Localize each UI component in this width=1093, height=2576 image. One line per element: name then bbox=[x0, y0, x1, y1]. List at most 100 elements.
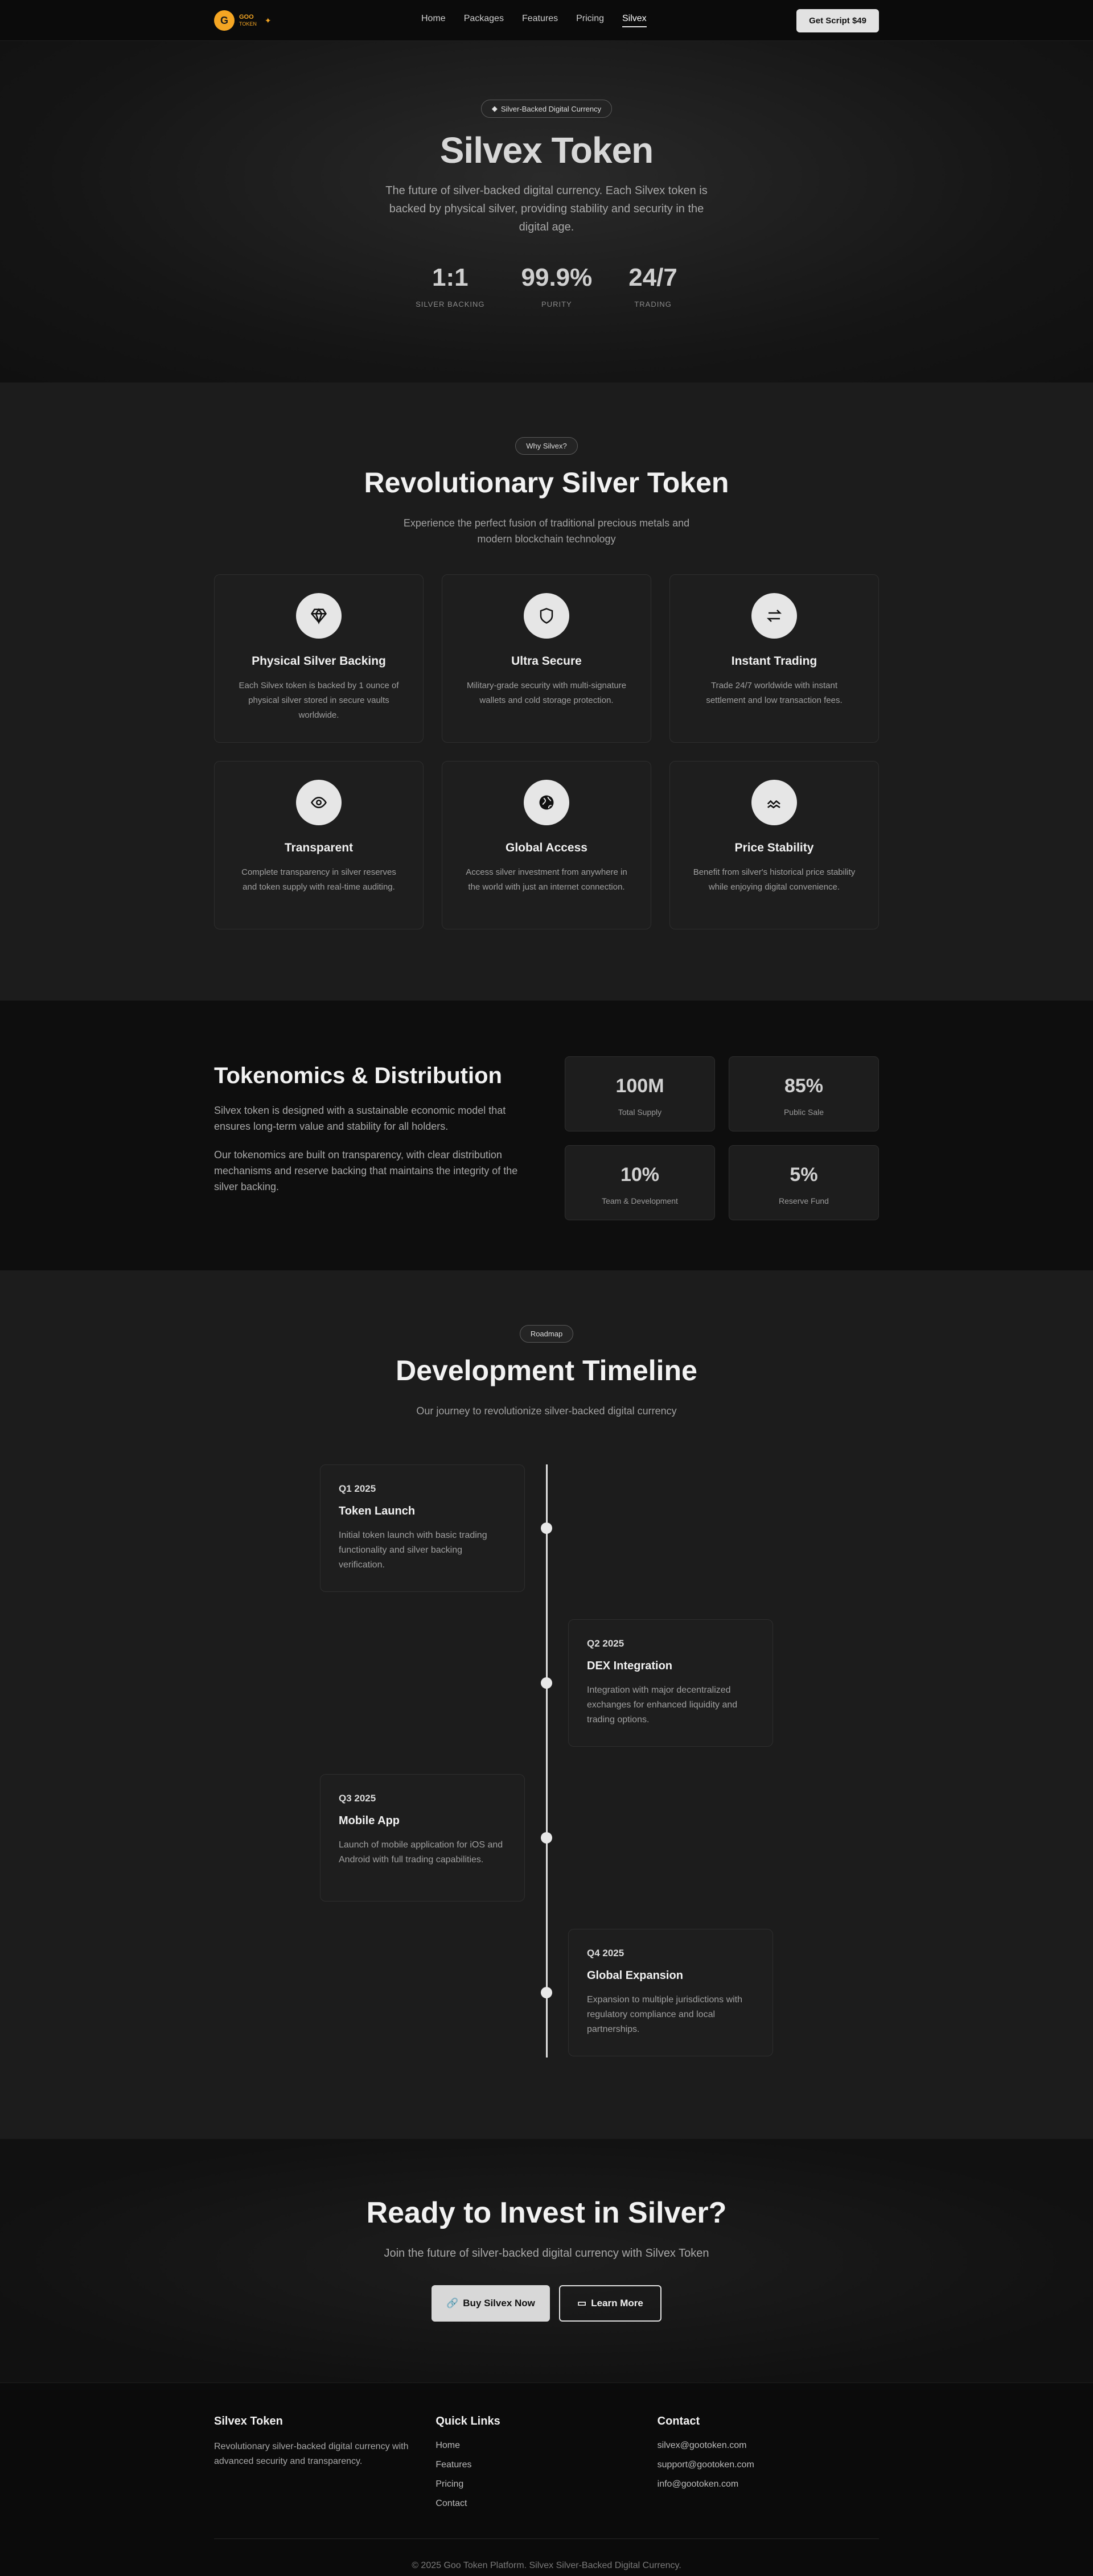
timeline-line bbox=[546, 1464, 548, 2057]
footer: Silvex Token Revolutionary silver-backed… bbox=[0, 2382, 1093, 2576]
footer-link-pricing[interactable]: Pricing bbox=[435, 2479, 657, 2489]
get-script-button[interactable]: Get Script $49 bbox=[796, 9, 879, 32]
features-title: Revolutionary Silver Token bbox=[364, 467, 729, 499]
feature-card: Price Stability Benefit from silver's hi… bbox=[669, 761, 879, 929]
cta-section: Ready to Invest in Silver? Join the futu… bbox=[0, 2139, 1093, 2382]
timeline-dot bbox=[541, 1832, 552, 1843]
timeline-text: Launch of mobile application for iOS and… bbox=[339, 1840, 503, 1865]
hero-lead: The future of silver-backed digital curr… bbox=[385, 184, 708, 233]
footer-email-support[interactable]: support@gootoken.com bbox=[658, 2460, 879, 2470]
feature-card: Transparent Complete transparency in sil… bbox=[214, 761, 424, 929]
footer-copyright: © 2025 Goo Token Platform. Silvex Silver… bbox=[214, 2538, 879, 2571]
footer-brand: Silvex Token Revolutionary silver-backed… bbox=[214, 2415, 435, 2518]
nav-link-packages[interactable]: Packages bbox=[464, 14, 504, 27]
feature-title: Transparent bbox=[284, 841, 354, 854]
feature-card: Global Access Access silver investment f… bbox=[442, 761, 651, 929]
diamond-icon: ◆ bbox=[491, 104, 498, 113]
timeline-text: Expansion to multiple jurisdictions with… bbox=[587, 1995, 743, 2034]
tokenomics-value: 85% bbox=[784, 1075, 824, 1097]
footer-brand-text: Revolutionary silver-backed digital curr… bbox=[214, 2442, 409, 2466]
tokenomics-card-team: 10% Team & Development bbox=[565, 1145, 715, 1220]
hero-stats: 1:1 SILVER BACKING 99.9% PURITY 24/7 TRA… bbox=[0, 264, 1093, 308]
timeline-title: Global Expansion bbox=[587, 1969, 683, 1982]
timeline-card-q2: Q2 2025 DEX Integration Integration with… bbox=[568, 1619, 773, 1747]
footer-link-features[interactable]: Features bbox=[435, 2460, 657, 2470]
nav-link-home[interactable]: Home bbox=[421, 14, 446, 27]
logo-line-1: GOO bbox=[239, 14, 254, 20]
link-icon: 🔗 bbox=[446, 2298, 459, 2308]
stat-silver-backing: 1:1 SILVER BACKING bbox=[416, 264, 484, 308]
timeline-title: DEX Integration bbox=[587, 1660, 673, 1672]
features-subtitle: Experience the perfect fusion of traditi… bbox=[403, 517, 690, 545]
timeline-title: Token Launch bbox=[339, 1505, 416, 1517]
tokenomics-paragraph-1: Silvex token is designed with a sustaina… bbox=[214, 1105, 506, 1132]
footer-contact-list: silvex@gootoken.com support@gootoken.com… bbox=[658, 2441, 879, 2489]
tokenomics-value: 100M bbox=[615, 1075, 664, 1097]
tokenomics-value: 5% bbox=[790, 1164, 818, 1186]
features-grid: Physical Silver Backing Each Silvex toke… bbox=[0, 574, 1093, 929]
stat-value: 99.9% bbox=[521, 264, 593, 291]
footer-columns: Silvex Token Revolutionary silver-backed… bbox=[214, 2383, 879, 2518]
timeline-dot bbox=[541, 1677, 552, 1689]
features-badge: Why Silvex? bbox=[515, 437, 578, 455]
logo-mark: G bbox=[214, 10, 235, 31]
nav-link-silvex[interactable]: Silvex bbox=[622, 14, 647, 27]
stat-purity: 99.9% PURITY bbox=[521, 264, 593, 308]
footer-brand-title: Silvex Token bbox=[214, 2415, 283, 2427]
logo-line-2: TOKEN bbox=[239, 21, 257, 27]
buy-silvex-button[interactable]: 🔗 Buy Silvex Now bbox=[432, 2285, 550, 2322]
timeline-text: Initial token launch with basic trading … bbox=[339, 1530, 487, 1570]
tokenomics-paragraph-2: Our tokenomics are built on transparency… bbox=[214, 1149, 518, 1192]
timeline-quarter: Q2 2025 bbox=[587, 1638, 624, 1649]
footer-link-home[interactable]: Home bbox=[435, 2441, 657, 2451]
hero-badge-label: Silver-Backed Digital Currency bbox=[500, 104, 602, 113]
timeline-quarter: Q3 2025 bbox=[339, 1793, 376, 1804]
stat-label: PURITY bbox=[541, 300, 572, 308]
footer-link-contact[interactable]: Contact bbox=[435, 2499, 657, 2509]
timeline-quarter: Q4 2025 bbox=[587, 1948, 624, 1958]
tokenomics-label: Public Sale bbox=[783, 1108, 824, 1117]
roadmap-badge: Roadmap bbox=[519, 1325, 574, 1343]
feature-card: Instant Trading Trade 24/7 worldwide wit… bbox=[669, 574, 879, 743]
stat-trading: 24/7 TRADING bbox=[628, 264, 677, 308]
timeline-card-q3: Q3 2025 Mobile App Launch of mobile appl… bbox=[320, 1774, 525, 1902]
hero-title: Silvex Token bbox=[439, 130, 654, 171]
feature-text: Benefit from silver's historical price s… bbox=[693, 867, 856, 892]
roadmap-subtitle: Our journey to revolutionize silver-back… bbox=[416, 1405, 677, 1417]
cta-title: Ready to Invest in Silver? bbox=[366, 2196, 727, 2229]
nav-link-features[interactable]: Features bbox=[522, 14, 558, 27]
timeline-dot bbox=[541, 1987, 552, 1998]
timeline-quarter: Q1 2025 bbox=[339, 1483, 376, 1494]
tokenomics-card-total-supply: 100M Total Supply bbox=[565, 1056, 715, 1131]
tokenomics-section: Tokenomics & Distribution Silvex token i… bbox=[0, 1001, 1093, 1270]
sparkle-icon: ✦ bbox=[264, 15, 272, 25]
tokenomics-card-public-sale: 85% Public Sale bbox=[729, 1056, 879, 1131]
stat-label: TRADING bbox=[634, 300, 672, 308]
feature-title: Physical Silver Backing bbox=[252, 655, 386, 668]
logo-text: GOO TOKEN bbox=[239, 14, 257, 27]
feature-title: Ultra Secure bbox=[511, 655, 582, 668]
stat-value: 24/7 bbox=[628, 264, 677, 291]
footer-contact-title: Contact bbox=[657, 2415, 700, 2427]
nav-link-pricing[interactable]: Pricing bbox=[576, 14, 604, 27]
stat-value: 1:1 bbox=[432, 264, 469, 291]
footer-email-silvex[interactable]: silvex@gootoken.com bbox=[658, 2441, 879, 2451]
feature-title: Price Stability bbox=[734, 841, 814, 854]
features-section: Why Silvex? Revolutionary Silver Token E… bbox=[0, 382, 1093, 1001]
tokenomics-grid: 100M Total Supply 85% Public Sale 10% Te… bbox=[565, 1056, 879, 1220]
learn-more-button[interactable]: ▭ Learn More bbox=[559, 2285, 661, 2322]
tokenomics-label: Team & Development bbox=[602, 1196, 678, 1205]
tokenomics-text: Tokenomics & Distribution Silvex token i… bbox=[214, 1056, 533, 1220]
timeline-card-q4: Q4 2025 Global Expansion Expansion to mu… bbox=[568, 1929, 773, 2056]
hero-badge: ◆ Silver-Backed Digital Currency bbox=[480, 100, 613, 118]
tokenomics-label: Total Supply bbox=[618, 1108, 662, 1117]
cta-subtitle: Join the future of silver-backed digital… bbox=[384, 2247, 709, 2260]
learn-more-label: Learn More bbox=[591, 2298, 643, 2308]
footer-email-info[interactable]: info@gootoken.com bbox=[658, 2479, 879, 2489]
shield-icon bbox=[524, 593, 569, 639]
top-navbar: G GOO TOKEN ✦ Home Packages Features Pri… bbox=[0, 0, 1093, 41]
tokenomics-label: Reserve Fund bbox=[779, 1196, 829, 1205]
logo[interactable]: G GOO TOKEN ✦ bbox=[214, 10, 272, 31]
tokenomics-card-reserve: 5% Reserve Fund bbox=[729, 1145, 879, 1220]
feature-text: Trade 24/7 worldwide with instant settle… bbox=[706, 681, 843, 705]
